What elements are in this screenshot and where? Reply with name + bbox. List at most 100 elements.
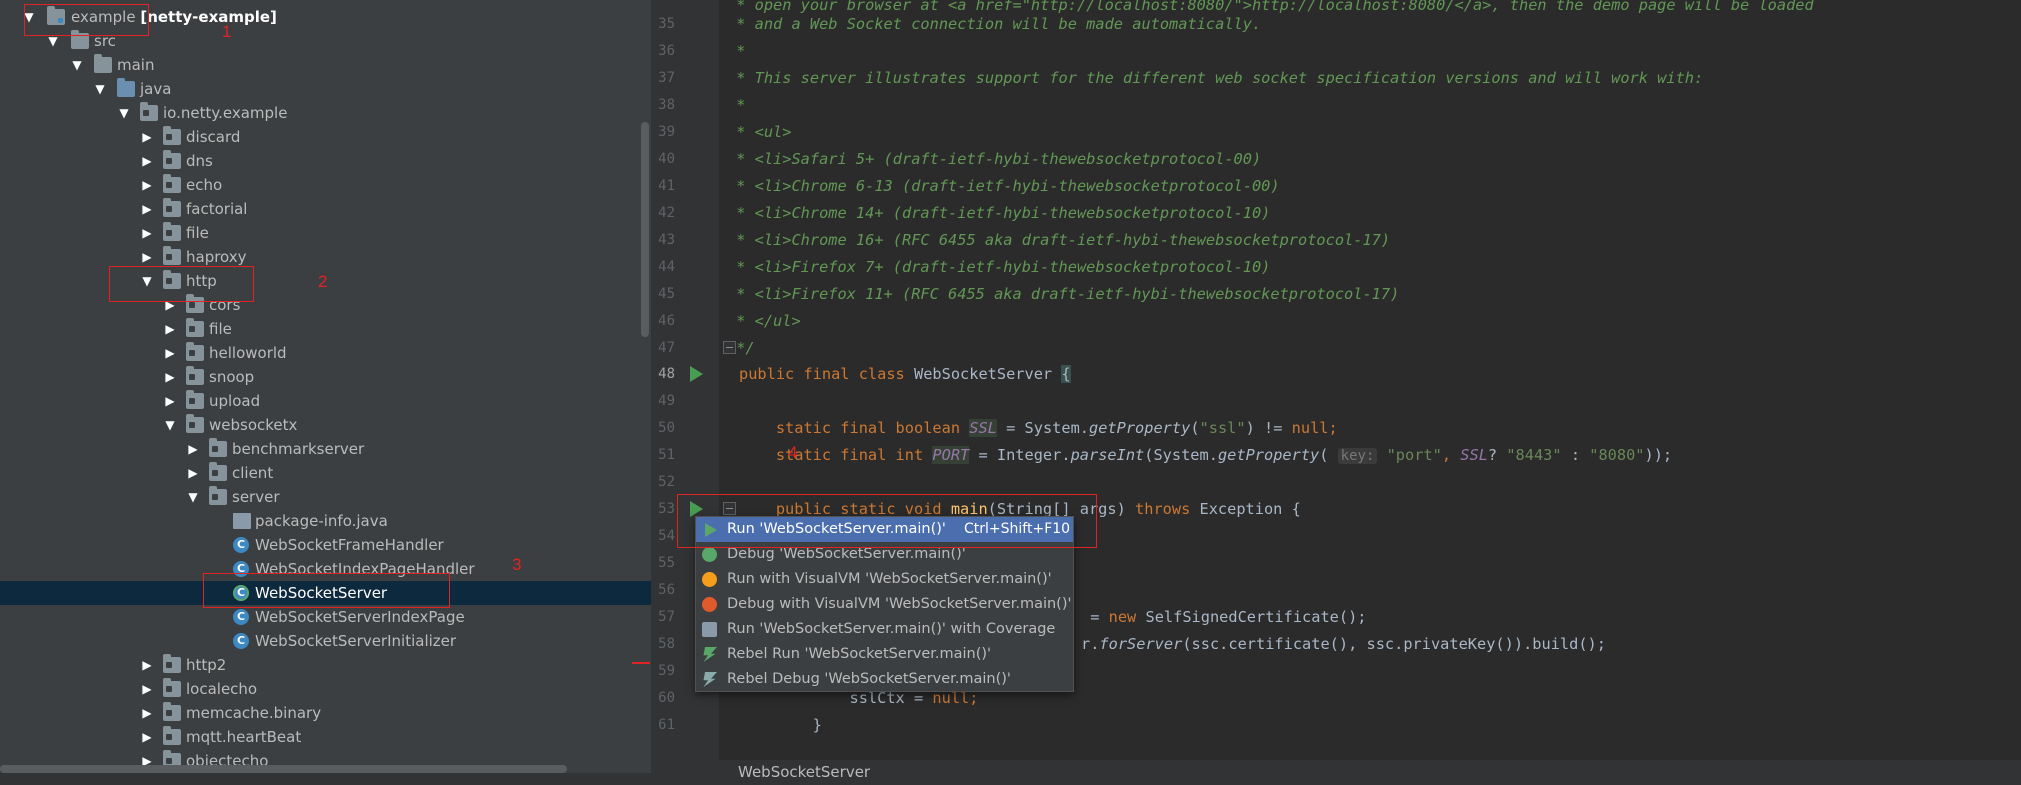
package-icon	[209, 462, 227, 481]
tree-node-package[interactable]: ▶ file	[0, 317, 651, 341]
chevron-right-icon[interactable]: ▶	[140, 725, 154, 749]
chevron-right-icon[interactable]: ▶	[140, 149, 154, 173]
package-icon	[163, 726, 181, 745]
code-line: * This server illustrates support for th…	[727, 69, 1704, 87]
chevron-right-icon[interactable]: ▶	[140, 197, 154, 221]
chevron-right-icon[interactable]: ▶	[140, 653, 154, 677]
tree-node-package[interactable]: ▼ websocketx	[0, 413, 651, 437]
tree-horizontal-scrollbar[interactable]	[0, 765, 567, 773]
menu-item-rebel-run[interactable]: Rebel Run 'WebSocketServer.main()'	[696, 642, 1073, 667]
tree-node-package[interactable]: ▶ file	[0, 221, 651, 245]
tree-node-package[interactable]: ▶ http2	[0, 653, 651, 677]
annotation-box	[203, 573, 450, 608]
menu-item-run-visualvm[interactable]: Run with VisualVM 'WebSocketServer.main(…	[696, 567, 1073, 592]
package-icon	[163, 654, 181, 673]
package-icon	[163, 702, 181, 721]
chevron-right-icon[interactable]: ▶	[186, 461, 200, 485]
tree-node-label: io.netty.example	[163, 104, 288, 122]
tree-node-package[interactable]: ▶ localecho	[0, 677, 651, 701]
chevron-right-icon[interactable]: ▶	[186, 437, 200, 461]
line-number: 55	[658, 555, 675, 571]
annotation-number: 4	[788, 443, 798, 462]
tree-node-file[interactable]: package-info.java	[0, 509, 651, 533]
tree-node-main[interactable]: ▼ main	[0, 53, 651, 77]
tree-node-package[interactable]: ▼ io.netty.example	[0, 101, 651, 125]
visualvm-run-icon	[702, 572, 717, 587]
code-line: * <li>Chrome 14+ (draft-ietf-hybi-theweb…	[727, 204, 1271, 222]
chevron-down-icon[interactable]: ▼	[117, 101, 131, 125]
tree-node-java[interactable]: ▼ java	[0, 77, 651, 101]
package-icon	[163, 678, 181, 697]
tree-node-class[interactable]: C WebSocketServerInitializer	[0, 629, 651, 653]
chevron-right-icon[interactable]: ▶	[140, 677, 154, 701]
tree-node-package[interactable]: ▶ mqtt.heartBeat	[0, 725, 651, 749]
class-icon: C	[233, 537, 249, 553]
line-number: 47	[658, 340, 675, 356]
chevron-right-icon[interactable]: ▶	[140, 221, 154, 245]
chevron-right-icon[interactable]: ▶	[140, 701, 154, 725]
tree-node-package[interactable]: ▶ upload	[0, 389, 651, 413]
annotation-box	[109, 266, 254, 302]
package-icon	[163, 174, 181, 193]
code-line: = new SelfSignedCertificate();	[1081, 608, 1367, 626]
line-number: 37	[658, 70, 675, 86]
line-number: 52	[658, 474, 675, 490]
chevron-down-icon[interactable]: ▼	[70, 53, 84, 77]
chevron-right-icon[interactable]: ▶	[163, 341, 177, 365]
package-icon	[209, 486, 227, 505]
chevron-right-icon[interactable]: ▶	[140, 173, 154, 197]
tree-node-package[interactable]: ▶ client	[0, 461, 651, 485]
fold-icon[interactable]	[723, 341, 736, 354]
tree-node-package[interactable]: ▶ haproxy	[0, 245, 651, 269]
code-line: static final int PORT = Integer.parseInt…	[739, 446, 1673, 464]
chevron-down-icon[interactable]: ▼	[93, 77, 107, 101]
tree-node-package[interactable]: ▶ dns	[0, 149, 651, 173]
tree-node-package[interactable]: ▶ cors	[0, 293, 651, 317]
tree-node-package[interactable]: ▶ benchmarkserver	[0, 437, 651, 461]
line-number: 42	[658, 205, 675, 221]
line-number: 61	[658, 717, 675, 733]
tree-node-package[interactable]: ▼ server	[0, 485, 651, 509]
tree-node-package[interactable]: ▶ discard	[0, 125, 651, 149]
project-tree: ▼ example [netty-example] ▼ src ▼ main ▼…	[0, 0, 651, 785]
chevron-right-icon[interactable]: ▶	[163, 389, 177, 413]
tree-node-package[interactable]: ▶ helloworld	[0, 341, 651, 365]
package-icon	[163, 222, 181, 241]
breadcrumb[interactable]: WebSocketServer	[738, 760, 870, 785]
menu-item-run-coverage[interactable]: Run 'WebSocketServer.main()' with Covera…	[696, 617, 1073, 642]
line-number: 39	[658, 124, 675, 140]
tree-node-class[interactable]: C WebSocketFrameHandler	[0, 533, 651, 557]
tree-node-label: mqtt.heartBeat	[186, 728, 302, 746]
chevron-right-icon[interactable]: ▶	[163, 317, 177, 341]
tree-node-label: snoop	[209, 368, 255, 386]
chevron-right-icon[interactable]: ▶	[140, 125, 154, 149]
menu-item-rebel-debug[interactable]: Rebel Debug 'WebSocketServer.main()'	[696, 667, 1073, 692]
tree-node-label: upload	[209, 392, 261, 410]
tree-node-label: websocketx	[209, 416, 298, 434]
chevron-down-icon[interactable]: ▼	[163, 413, 177, 437]
chevron-right-icon[interactable]: ▶	[163, 365, 177, 389]
visualvm-debug-icon	[702, 597, 717, 612]
tree-node-package[interactable]: ▶ snoop	[0, 365, 651, 389]
rebel-run-icon	[703, 647, 717, 662]
line-number: 36	[658, 43, 675, 59]
line-number: 56	[658, 582, 675, 598]
tree-node-package[interactable]: ▶ memcache.binary	[0, 701, 651, 725]
tree-node-class[interactable]: C WebSocketServerIndexPage	[0, 605, 651, 629]
tree-node-package[interactable]: ▶ echo	[0, 173, 651, 197]
code-line: *	[727, 96, 746, 114]
code-line: * <li>Firefox 7+ (draft-ietf-hybi-theweb…	[727, 258, 1271, 276]
line-number: 44	[658, 259, 675, 275]
tree-node-package[interactable]: ▶ factorial	[0, 197, 651, 221]
code-line: * </ul>	[727, 312, 801, 330]
chevron-down-icon[interactable]: ▼	[186, 485, 200, 509]
tree-node-label: factorial	[186, 200, 248, 218]
tree-vertical-scrollbar[interactable]	[641, 122, 649, 337]
package-icon	[163, 150, 181, 169]
line-number: 48	[658, 366, 675, 382]
menu-item-debug-visualvm[interactable]: Debug with VisualVM 'WebSocketServer.mai…	[696, 592, 1073, 617]
tree-node-label: discard	[186, 128, 241, 146]
coverage-icon	[702, 622, 717, 637]
run-gutter-icon[interactable]	[690, 366, 703, 382]
package-icon	[140, 102, 158, 121]
